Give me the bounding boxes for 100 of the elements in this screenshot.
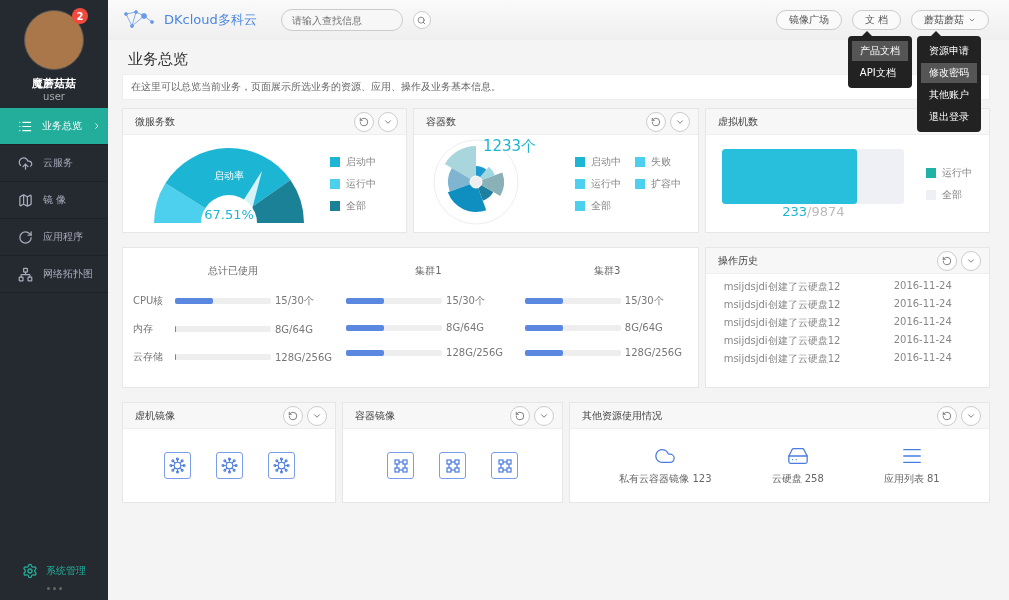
collapse-button[interactable]: [669, 111, 690, 132]
legend-label: 全部: [591, 198, 611, 213]
network-icon: [18, 266, 33, 282]
search-button[interactable]: [412, 11, 431, 29]
card-title: 操作历史: [717, 253, 759, 268]
container-total: 1233个: [483, 136, 537, 156]
refresh-icon: [359, 116, 370, 127]
usage-reading: 128G/256G: [275, 351, 333, 363]
row-label: CPU核: [133, 294, 165, 308]
header-button[interactable]: 镜像广场: [775, 10, 842, 30]
usage-reading: 128G/256G: [624, 347, 682, 358]
refresh-button[interactable]: [937, 250, 957, 271]
menu-item[interactable]: 资源申请: [921, 41, 977, 61]
header-button[interactable]: 文 档: [851, 10, 901, 30]
usage-reading: 128G/256G: [446, 347, 504, 358]
history-date: 2016-11-24: [893, 280, 952, 293]
search-icon: [417, 15, 427, 25]
menu-item[interactable]: 修改密码: [921, 63, 977, 83]
user-role: user: [43, 91, 65, 102]
image-tile[interactable]: [491, 452, 518, 479]
legend-label: 运行中: [345, 176, 376, 191]
nodes-icon: [444, 457, 461, 474]
legend-label: 全部: [345, 198, 366, 213]
refresh-icon: [288, 410, 298, 421]
refresh-icon: [942, 255, 952, 266]
refresh-icon: [515, 410, 526, 421]
collapse-button[interactable]: [961, 250, 981, 271]
refresh-icon: [650, 116, 661, 127]
legend-label: 失败: [651, 154, 671, 169]
nodes-icon: [392, 457, 409, 474]
history-text: msijdsjdi创建了云硬盘12: [723, 352, 842, 366]
refresh-button[interactable]: [645, 111, 666, 132]
usage-reading: 8G/64G: [446, 322, 484, 333]
collapse-button[interactable]: [534, 405, 555, 426]
settings-link[interactable]: 系统管理: [46, 564, 86, 578]
legend-label: 扩容中: [651, 176, 681, 191]
collapse-button[interactable]: [961, 405, 981, 426]
history-date: 2016-11-24: [893, 298, 952, 311]
refresh-button[interactable]: [937, 405, 957, 426]
column-heading: 集群3: [593, 264, 622, 278]
hub-icon: [168, 457, 186, 474]
usage-reading: 15/30个: [275, 294, 314, 308]
legend-label: 启动中: [591, 154, 621, 169]
history-text: msijdsjdi创建了云硬盘12: [723, 280, 842, 294]
history-text: msijdsjdi创建了云硬盘12: [723, 316, 842, 330]
resource-label: 私有云容器镜像 123: [619, 472, 712, 486]
brand-name: DKcloud多科云: [164, 11, 257, 29]
caret-icon: [968, 16, 976, 24]
resource-label: 云硬盘 258: [771, 472, 824, 486]
column-heading: 总计已使用: [206, 264, 259, 278]
nav-item[interactable]: 网络拓扑图: [0, 256, 108, 293]
more-dots-icon: [46, 587, 62, 590]
settings-icon: [22, 563, 38, 579]
history-date: 2016-11-24: [893, 334, 952, 347]
legend-label: 运行中: [591, 176, 621, 191]
usage-reading: 15/30个: [624, 294, 664, 308]
resource-label: 应用列表 81: [883, 472, 940, 486]
history-date: 2016-11-24: [893, 316, 952, 329]
user-name: 魔蘑菇菇: [32, 76, 76, 91]
menu-item[interactable]: 其他账户: [921, 85, 977, 105]
collapse-button[interactable]: [378, 111, 399, 132]
legend-label: 启动中: [345, 154, 376, 169]
image-tile[interactable]: [215, 452, 243, 479]
collapse-button[interactable]: [307, 405, 327, 426]
usage-reading: 8G/64G: [275, 323, 313, 335]
gauge-label: 启动率: [213, 169, 244, 181]
card-title: 虚机镜像: [135, 408, 176, 423]
card-title: 虚拟机数: [717, 114, 759, 129]
history-text: msijdsjdi创建了云硬盘12: [723, 334, 842, 348]
logo-icon: [124, 10, 154, 30]
image-tile[interactable]: [267, 452, 295, 479]
column-heading: 集群1: [414, 264, 443, 278]
page-title: 业务总览: [128, 50, 188, 69]
card-title: 容器镜像: [355, 408, 396, 423]
nodes-icon: [496, 457, 513, 474]
hard-drive-icon: [786, 445, 809, 467]
history-text: msijdsjdi创建了云硬盘12: [723, 298, 842, 312]
nav-item[interactable]: 应用程序: [0, 219, 108, 256]
cloud-upload-icon: [18, 155, 33, 171]
menu-item[interactable]: 产品文档: [851, 41, 908, 61]
card-title: 微服务数: [135, 114, 176, 129]
image-tile[interactable]: [439, 452, 466, 479]
image-tile[interactable]: [387, 452, 414, 479]
nav-item[interactable]: 镜 像: [0, 182, 108, 219]
refresh-button[interactable]: [283, 405, 303, 426]
usage-reading: 15/30个: [446, 294, 485, 308]
legend-label: 全部: [942, 187, 963, 202]
gauge-value: 67.51%: [203, 206, 254, 222]
refresh-button[interactable]: [354, 111, 375, 132]
user-menu-button[interactable]: 蘑菇蘑菇: [911, 10, 989, 30]
menu-item[interactable]: 退出登录: [921, 107, 977, 127]
search-field[interactable]: 请输入查找信息: [280, 9, 403, 31]
hub-icon: [220, 457, 238, 474]
nav-item[interactable]: 云服务: [0, 145, 108, 182]
row-label: 内存: [133, 322, 154, 336]
map-icon: [18, 192, 33, 208]
usage-reading: 8G/64G: [624, 322, 663, 333]
refresh-button[interactable]: [510, 405, 531, 426]
menu-item[interactable]: API文档: [851, 63, 908, 83]
image-tile[interactable]: [163, 452, 191, 479]
